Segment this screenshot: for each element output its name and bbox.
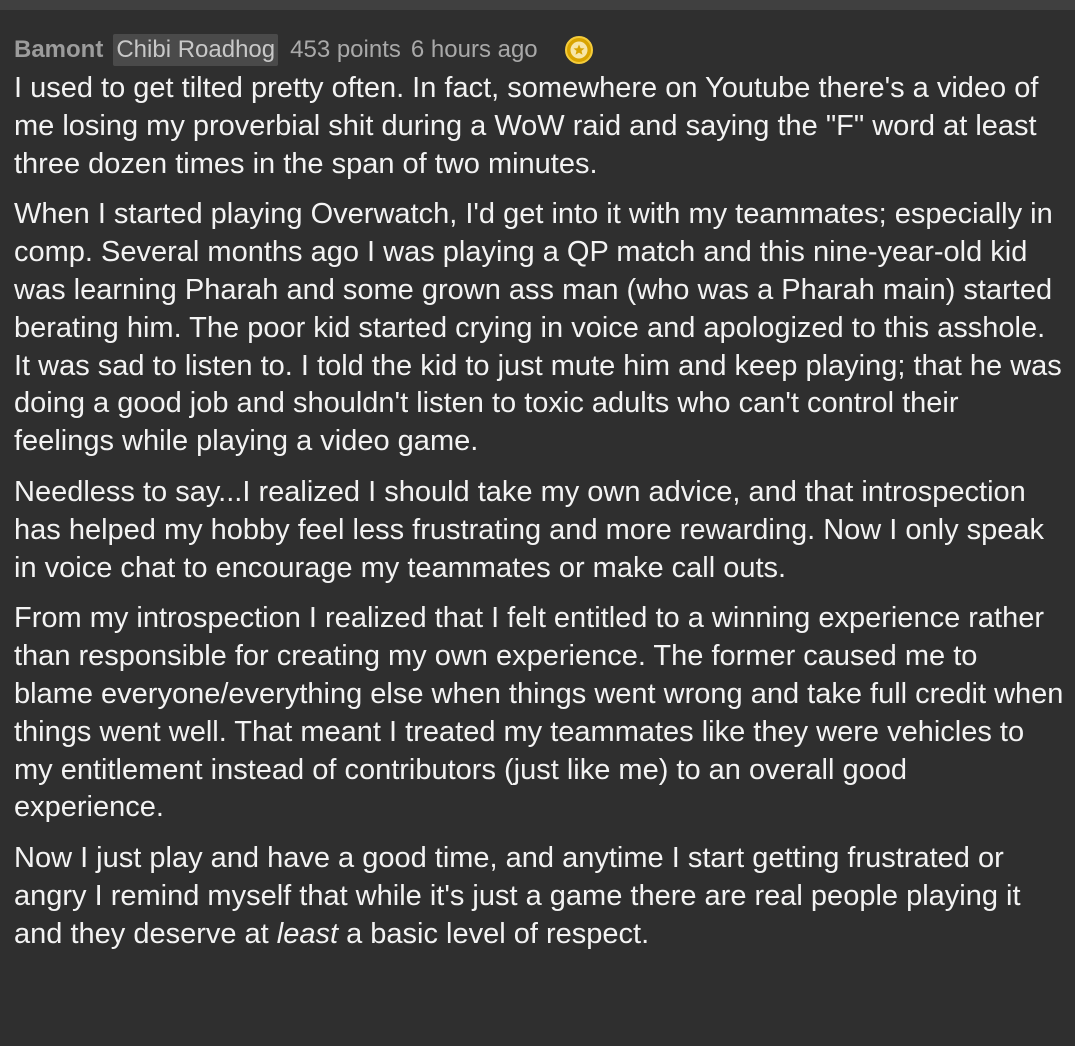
- comment-paragraph: I used to get tilted pretty often. In fa…: [14, 72, 1039, 180]
- top-strip: [0, 0, 1075, 10]
- author-username[interactable]: Bamont: [14, 36, 103, 64]
- emphasized-text: least: [276, 917, 339, 950]
- gold-award-icon[interactable]: [564, 35, 594, 65]
- comment-body: I used to get tilted pretty often. In fa…: [14, 70, 1064, 954]
- comment-points: 453 points: [290, 36, 401, 63]
- paragraph-text: a basic level of respect.: [338, 917, 650, 950]
- comment-timestamp: 6 hours ago: [410, 36, 538, 63]
- comment-meta: Bamont Chibi Roadhog 453 points 6 hours …: [14, 30, 1064, 70]
- comment: Bamont Chibi Roadhog 453 points 6 hours …: [14, 30, 1064, 967]
- comment-paragraph-last: Now I just play and have a good time, an…: [14, 840, 1064, 953]
- comment-paragraph: Needless to say...I realized I should ta…: [14, 475, 1045, 584]
- user-flair: Chibi Roadhog: [113, 34, 279, 66]
- comment-paragraph: When I started playing Overwatch, I'd ge…: [14, 198, 1062, 458]
- comment-paragraph: From my introspection I realized that I …: [14, 602, 1064, 824]
